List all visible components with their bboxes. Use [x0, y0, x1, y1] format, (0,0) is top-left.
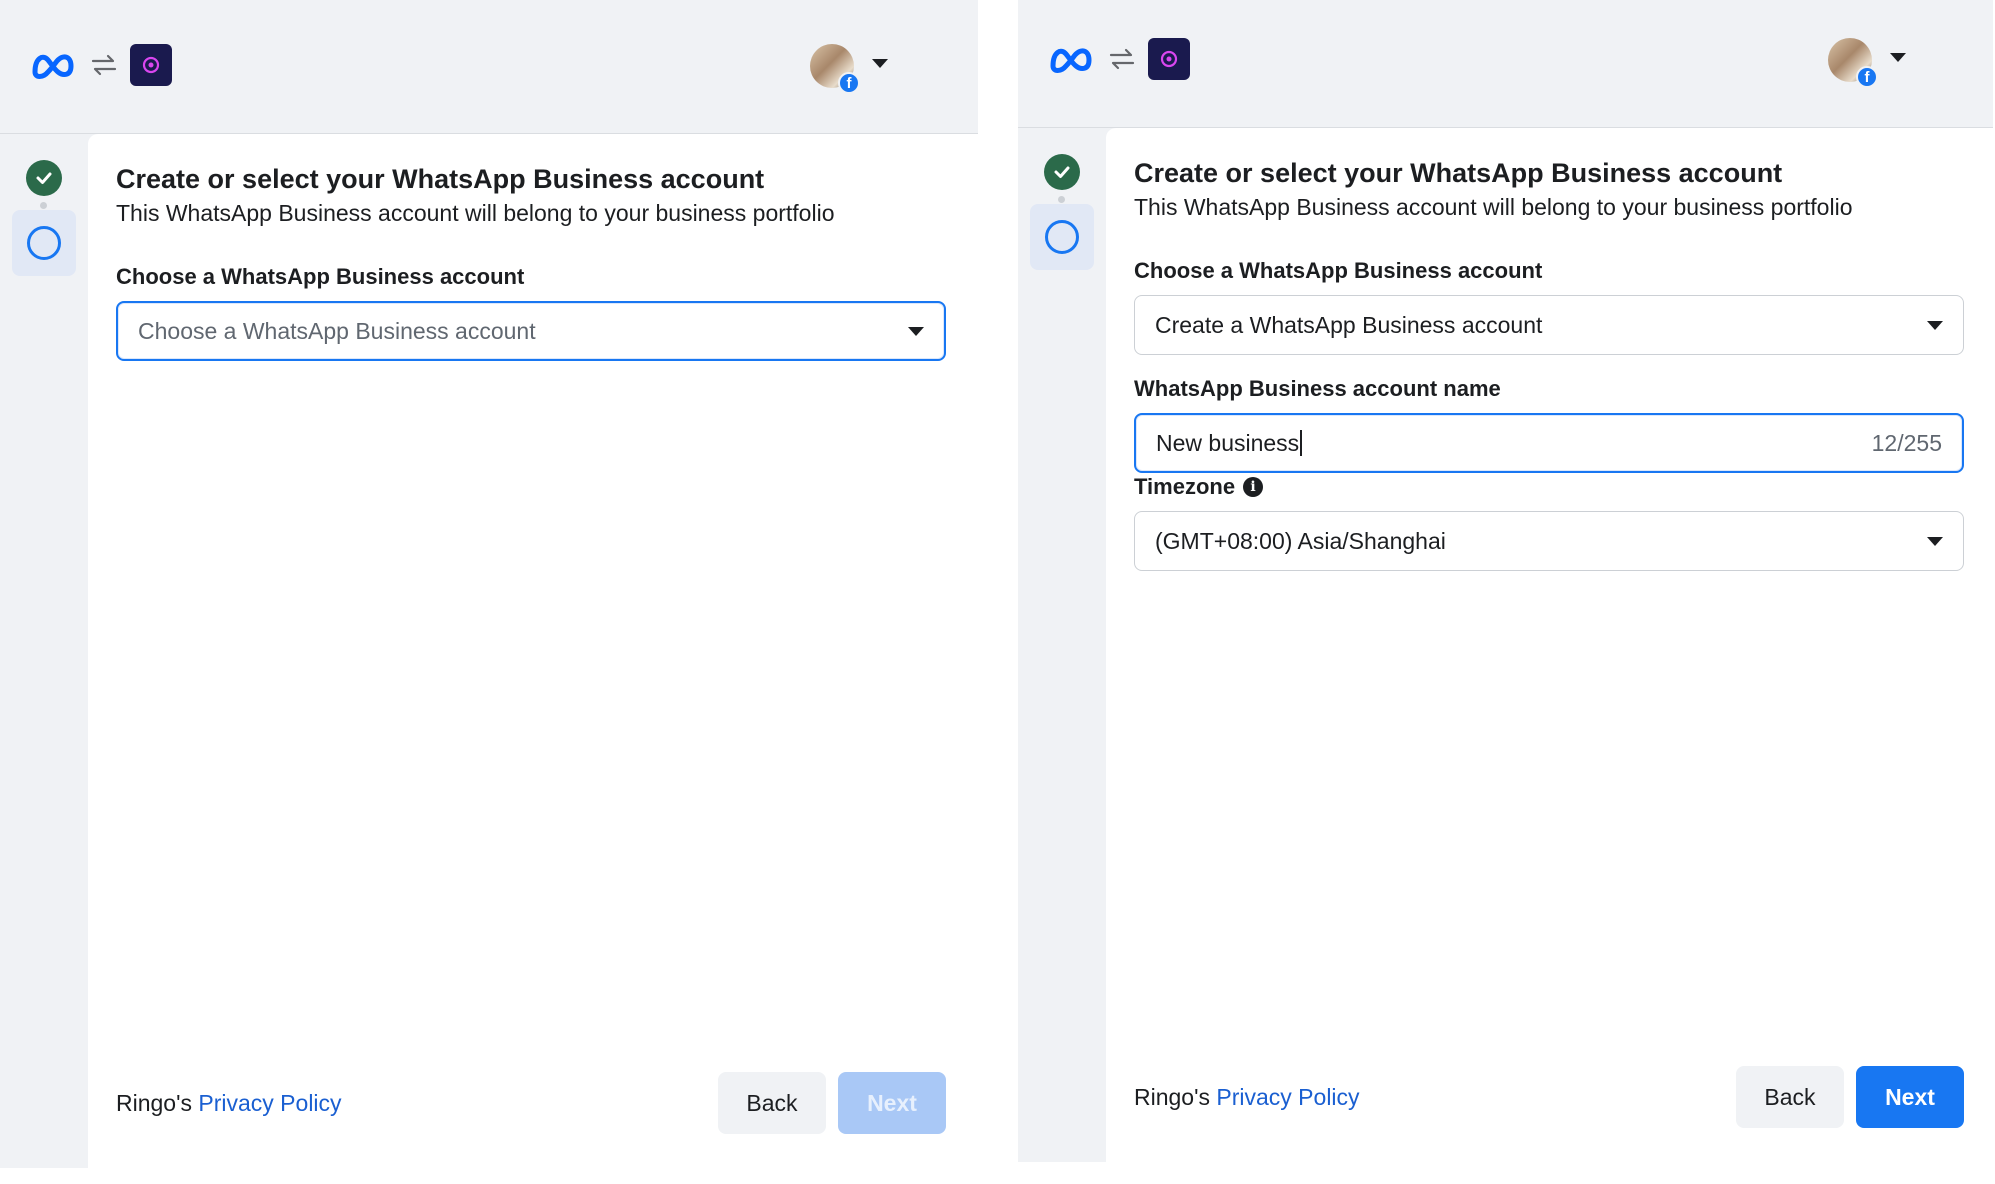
step-connector [40, 202, 47, 209]
chevron-down-icon [1927, 536, 1943, 546]
top-bar: f [1018, 0, 1993, 128]
content-card: Create or select your WhatsApp Business … [88, 134, 978, 1168]
left-screen: f Create or select your WhatsApp Busines… [0, 0, 978, 1168]
footer-owner: Ringo's [1134, 1084, 1210, 1110]
step-connector [1058, 196, 1065, 203]
footer-owner: Ringo's [116, 1090, 192, 1116]
swap-icon [91, 54, 117, 76]
page-subtitle: This WhatsApp Business account will belo… [1134, 194, 1853, 220]
check-icon [36, 172, 52, 184]
chevron-down-icon [1927, 320, 1943, 330]
page-subtitle: This WhatsApp Business account will belo… [116, 200, 835, 226]
app-icon [1148, 38, 1190, 80]
step-complete [26, 160, 62, 196]
chevron-down-icon [908, 326, 924, 336]
next-button[interactable]: Next [1856, 1066, 1964, 1128]
top-bar: f [0, 0, 978, 134]
choose-account-label: Choose a WhatsApp Business account [1134, 258, 1543, 283]
step-current [1030, 204, 1094, 270]
swap-icon [1109, 48, 1135, 70]
timezone-label-row: Timezone i [1134, 474, 1264, 500]
text-cursor [1300, 430, 1303, 456]
account-name-input[interactable]: New business 12/255 [1134, 413, 1964, 473]
page-title: Create or select your WhatsApp Business … [116, 164, 765, 194]
facebook-badge-icon: f [838, 72, 860, 94]
privacy-policy-link[interactable]: Privacy Policy [198, 1090, 341, 1116]
back-button[interactable]: Back [1736, 1066, 1844, 1128]
avatar[interactable]: f [810, 44, 860, 94]
timezone-label: Timezone [1134, 474, 1236, 499]
check-icon [1054, 166, 1070, 178]
app-icon [130, 44, 172, 86]
meta-logo-icon [32, 54, 74, 79]
account-name-value: New business [1156, 429, 1300, 456]
content-card: Create or select your WhatsApp Business … [1106, 128, 1993, 1162]
facebook-badge-icon: f [1856, 66, 1878, 88]
timezone-select[interactable]: (GMT+08:00) Asia/Shanghai [1134, 511, 1964, 571]
chevron-down-icon[interactable] [1890, 53, 1906, 62]
info-icon[interactable]: i [1243, 477, 1264, 497]
choose-account-select[interactable]: Choose a WhatsApp Business account [116, 301, 946, 361]
choose-account-select[interactable]: Create a WhatsApp Business account [1134, 295, 1964, 355]
meta-logo-icon [1050, 48, 1092, 73]
privacy-policy-link[interactable]: Privacy Policy [1216, 1084, 1359, 1110]
back-button[interactable]: Back [718, 1072, 826, 1134]
choose-account-placeholder: Choose a WhatsApp Business account [138, 317, 536, 344]
chevron-down-icon[interactable] [872, 59, 888, 68]
character-counter: 12/255 [1871, 429, 1942, 456]
timezone-value: (GMT+08:00) Asia/Shanghai [1155, 527, 1446, 554]
right-screen: f Create or select your WhatsApp Busines… [1018, 0, 1993, 1162]
step-complete [1044, 154, 1080, 190]
privacy-footer: Ringo's Privacy Policy [1134, 1084, 1360, 1111]
avatar[interactable]: f [1828, 38, 1878, 88]
account-name-label: WhatsApp Business account name [1134, 376, 1501, 401]
next-button[interactable]: Next [838, 1072, 946, 1134]
privacy-footer: Ringo's Privacy Policy [116, 1090, 342, 1117]
choose-account-label: Choose a WhatsApp Business account [116, 264, 525, 289]
step-current [12, 210, 76, 276]
page-title: Create or select your WhatsApp Business … [1134, 158, 1783, 188]
choose-account-value: Create a WhatsApp Business account [1155, 311, 1543, 338]
